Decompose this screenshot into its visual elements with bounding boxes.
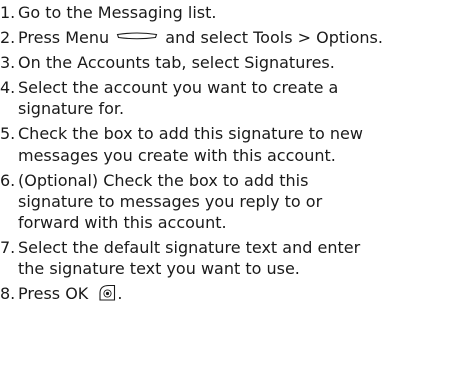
step-text: Select the default signature text and en… <box>18 238 361 258</box>
step-3: 3. On the Accounts tab, select Signature… <box>0 52 453 73</box>
step-number: 3. <box>0 52 16 72</box>
step-8: 8. Press OK . <box>0 283 453 304</box>
step-text-after-icon: and select Tools > Options. <box>160 27 383 47</box>
step-text: Press Menu and select Tools > Options. <box>18 27 453 48</box>
step-text-before-icon: Press OK <box>18 284 94 304</box>
step-text: Press OK . <box>18 283 453 304</box>
step-7: 7. Select the default signature text and… <box>0 237 453 280</box>
step-number: 5. <box>0 124 16 144</box>
step-text: Check the box to add this signature to n… <box>18 124 363 144</box>
step-number: 7. <box>0 238 16 258</box>
step-text: Go to the Messaging list. <box>18 3 217 22</box>
step-1: 1. Go to the Messaging list. <box>0 2 453 23</box>
step-2: 2. Press Menu and select Tools > Options… <box>0 27 453 48</box>
step-number: 8. <box>0 284 16 304</box>
step-number: 2. <box>0 27 16 47</box>
step-text: signature to messages you reply to or <box>18 191 323 211</box>
step-number: 6. <box>0 170 16 190</box>
step-text: (Optional) Check the box to add this <box>18 170 309 190</box>
step-text-before-icon: Press Menu <box>18 27 115 47</box>
step-text: Select the account you want to create a <box>18 77 339 97</box>
step-number: 4. <box>0 77 16 97</box>
step-text: messages you create with this account. <box>18 145 336 165</box>
step-5: 5. Check the box to add this signature t… <box>0 123 453 166</box>
step-text: forward with this account. <box>18 213 227 233</box>
step-4: 4. Select the account you want to create… <box>0 77 453 120</box>
step-text: the signature text you want to use. <box>18 259 300 279</box>
document-page: { "steps": [ { "number": "1.", "lines": … <box>0 0 453 365</box>
step-text-after-icon: . <box>117 284 123 304</box>
step-text: On the Accounts tab, select Signatures. <box>18 52 335 72</box>
step-number: 1. <box>0 3 16 22</box>
step-text: signature for. <box>18 99 125 119</box>
step-6: 6. (Optional) Check the box to add this … <box>0 170 453 234</box>
instruction-steps-list: 1. Go to the Messaging list. 2. Press Me… <box>0 2 453 308</box>
menu-key-icon <box>116 32 158 40</box>
ok-key-icon <box>99 285 116 301</box>
